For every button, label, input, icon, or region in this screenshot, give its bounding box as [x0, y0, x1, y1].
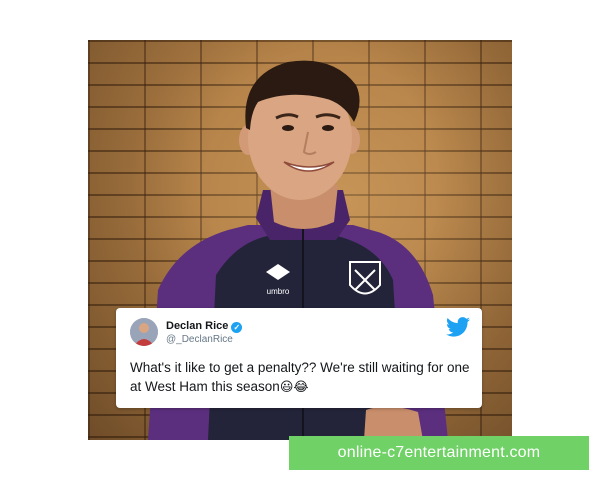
watermark-text: online-c7entertainment.com	[337, 444, 541, 461]
author-handle: @_DeclanRice	[166, 334, 233, 345]
umbro-label: umbro	[267, 287, 290, 296]
watermark-banner: online-c7entertainment.com	[289, 436, 589, 470]
avatar-image	[130, 318, 158, 346]
avatar	[130, 318, 158, 346]
tweet-emojis: 😃😂	[279, 380, 309, 395]
verified-badge-icon: ✓	[231, 322, 243, 333]
author-name-text: Declan Rice	[166, 320, 229, 332]
twitter-bird-icon	[446, 317, 470, 337]
author-name: Declan Rice ✓	[166, 320, 243, 333]
tweet-text: What's it like to get a penalty?? We're …	[130, 358, 470, 397]
tweet-card: Declan Rice ✓ @_DeclanRice What's it like…	[116, 308, 482, 408]
